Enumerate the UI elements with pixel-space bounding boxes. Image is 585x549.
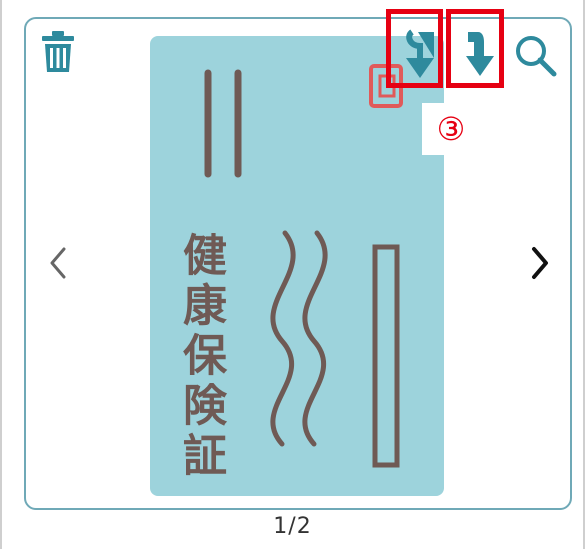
step-marker: ③ <box>422 103 480 155</box>
page-indicator: 1/2 <box>273 514 312 539</box>
card-title-text: 健康保険証 <box>175 232 226 482</box>
chevron-right-icon[interactable] <box>530 246 550 280</box>
search-icon[interactable] <box>514 34 558 78</box>
rotate-left-highlight <box>386 9 443 88</box>
chevron-left-icon[interactable] <box>48 246 68 280</box>
rotate-right-highlight <box>446 9 504 88</box>
trash-icon[interactable] <box>40 30 76 74</box>
